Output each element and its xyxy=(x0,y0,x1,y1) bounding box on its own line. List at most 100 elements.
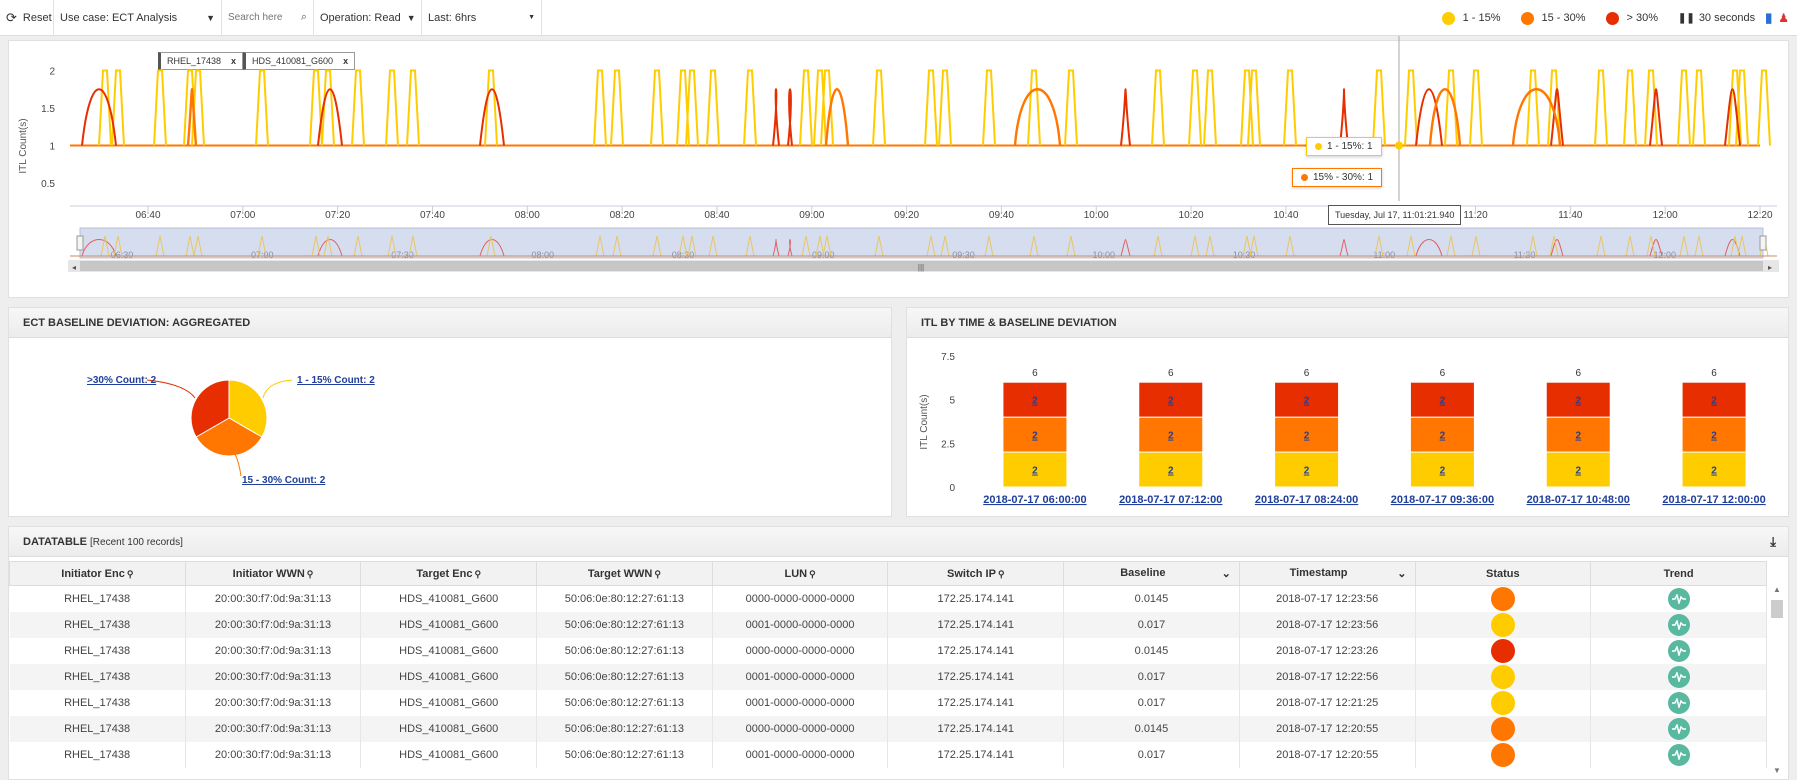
trend-icon[interactable] xyxy=(1667,587,1690,610)
x-category-label[interactable]: 2018-07-17 10:48:00 xyxy=(1527,494,1630,506)
bar-total-label: 6 xyxy=(1032,368,1038,379)
sort-chevron-icon[interactable]: ⌄ xyxy=(1397,567,1406,580)
column-header[interactable]: Initiator WWN ⚲ xyxy=(184,561,362,586)
table-cell: 172.25.174.141 xyxy=(887,585,1065,612)
table-cell: 0.0145 xyxy=(1063,585,1240,612)
trend-icon[interactable] xyxy=(1667,743,1690,766)
table-scrollbar[interactable]: ▲ ▼ xyxy=(1770,585,1784,775)
time-range-dropdown[interactable]: Last: 6hrs ▼ xyxy=(422,0,542,36)
trend-icon[interactable] xyxy=(1667,691,1690,714)
tooltip-label: 1 - 15%: 1 xyxy=(1327,141,1373,152)
column-header[interactable]: Target Enc ⚲ xyxy=(360,561,538,586)
column-header[interactable]: Switch IP ⚲ xyxy=(887,561,1065,586)
table-row[interactable]: RHEL_17438 20:00:30:f7:0d:9a:31:13 HDS_410… xyxy=(9,637,1767,664)
x-tick-label: 10:20 xyxy=(1179,210,1204,221)
pie-chart[interactable]: >30% Count: 2 1 - 15% Count: 2 15 - 30% Co… xyxy=(9,338,893,516)
y-tick-label: 0 xyxy=(949,483,955,494)
pie-data-label[interactable]: >30% Count: 2 xyxy=(87,375,157,386)
column-header-label: Target Enc xyxy=(416,567,473,580)
download-icon[interactable]: ⤓ xyxy=(1770,527,1776,557)
column-header[interactable]: Trend xyxy=(1590,561,1767,586)
yellow-spike xyxy=(1027,69,1041,146)
column-header[interactable]: Target WWN ⚲ xyxy=(536,561,713,586)
trend-icon[interactable] xyxy=(1667,717,1690,740)
sort-chevron-icon[interactable]: ⌄ xyxy=(1222,567,1231,580)
x-tick-label: 11:40 xyxy=(1558,210,1583,221)
search-icon[interactable]: ⚲ xyxy=(654,569,661,579)
yellow-spike xyxy=(1469,69,1483,146)
table-header-row: Initiator Enc ⚲ Initiator WWN ⚲ Target Enc ⚲ T… xyxy=(9,561,1767,586)
status-cell xyxy=(1415,741,1592,768)
column-header[interactable]: LUN ⚲ xyxy=(711,561,889,586)
x-category-label[interactable]: 2018-07-17 09:36:00 xyxy=(1391,494,1494,506)
search-icon[interactable]: ⚲ xyxy=(809,569,816,579)
bar-data-label: 2 xyxy=(1168,431,1174,442)
pie-panel-title: ECT BASELINE DEVIATION: AGGREGATED xyxy=(9,308,891,338)
caret-down-icon: ▼ xyxy=(206,12,215,23)
table-cell: 20:00:30:f7:0d:9a:31:13 xyxy=(185,663,362,690)
x-category-label[interactable]: 2018-07-17 12:00:00 xyxy=(1662,494,1765,506)
x-tick-label: 07:40 xyxy=(420,210,445,221)
x-category-label[interactable]: 2018-07-17 08:24:00 xyxy=(1255,494,1358,506)
column-header[interactable]: Baseline ⌄ xyxy=(1063,561,1240,586)
table-row[interactable]: RHEL_17438 20:00:30:f7:0d:9a:31:13 HDS_410… xyxy=(9,715,1767,742)
trend-icon[interactable] xyxy=(1667,639,1690,662)
refresh-interval[interactable]: ❚❚ 30 seconds xyxy=(1678,12,1755,24)
search-icon[interactable]: ⚲ xyxy=(474,569,481,579)
scroll-down-icon[interactable]: ▼ xyxy=(1770,766,1784,775)
search-icon[interactable]: ⚲ xyxy=(998,569,1005,579)
bar-chart-icon[interactable]: ▮ xyxy=(1765,10,1772,26)
column-header-label: LUN xyxy=(784,567,808,580)
search-input[interactable] xyxy=(228,12,298,23)
trend-icon[interactable] xyxy=(1667,665,1690,688)
status-indicator xyxy=(1490,664,1515,689)
navigator-handle-right[interactable] xyxy=(1759,235,1767,251)
user-icon[interactable]: ♟ xyxy=(1778,11,1789,25)
trend-icon[interactable] xyxy=(1667,613,1690,636)
scroll-up-icon[interactable]: ▲ xyxy=(1770,585,1784,594)
table-row[interactable]: RHEL_17438 20:00:30:f7:0d:9a:31:13 HDS_410… xyxy=(9,663,1767,690)
table-row[interactable]: RHEL_17438 20:00:30:f7:0d:9a:31:13 HDS_410… xyxy=(9,611,1767,638)
search-icon[interactable]: ⚲ xyxy=(307,569,314,579)
table-cell: 0001-0000-0000-0000 xyxy=(712,689,889,716)
datatable-title: DATATABLE [Recent 100 records] ⤓ xyxy=(9,527,1788,557)
x-category-label[interactable]: 2018-07-17 06:00:00 xyxy=(983,494,1086,506)
bar-panel: ITL BY TIME & BASELINE DEVIATION ITL Cou… xyxy=(906,307,1789,517)
table-cell: 20:00:30:f7:0d:9a:31:13 xyxy=(185,611,362,638)
tooltip-label: 15% - 30%: 1 xyxy=(1313,172,1374,183)
bar-data-label: 2 xyxy=(1575,396,1581,407)
bar-data-label: 2 xyxy=(1032,466,1038,477)
timeline-chart[interactable]: ITL Count(s) 2 1.5 1 0.5 06:40 07:00 07:20 07:40… xyxy=(0,36,1797,286)
yellow-spike xyxy=(484,69,498,146)
pie-data-label[interactable]: 1 - 15% Count: 2 xyxy=(297,375,375,386)
column-header[interactable]: Timestamp ⌄ xyxy=(1238,561,1416,586)
x-tick-label: 07:20 xyxy=(325,210,350,221)
table-cell: 2018-07-17 12:20:55 xyxy=(1239,741,1416,768)
usecase-dropdown[interactable]: Use case: ECT Analysis ▼ xyxy=(54,0,222,36)
search-icon[interactable]: ⌕ xyxy=(301,11,307,24)
navigator-tick: 07:00 xyxy=(251,250,274,260)
bar-total-label: 6 xyxy=(1711,368,1717,379)
x-category-label[interactable]: 2018-07-17 07:12:00 xyxy=(1119,494,1222,506)
reset-button[interactable]: ⟳ Reset xyxy=(0,0,54,36)
table-row[interactable]: RHEL_17438 20:00:30:f7:0d:9a:31:13 HDS_410… xyxy=(9,585,1767,612)
operation-dropdown[interactable]: Operation: Read ▼ xyxy=(314,0,422,36)
table-cell: 2018-07-17 12:23:26 xyxy=(1239,637,1416,664)
table-cell: 172.25.174.141 xyxy=(887,611,1065,638)
scroll-right-icon[interactable]: ▸ xyxy=(1768,263,1772,272)
chart-tooltip-yellow: 1 - 15%: 1 xyxy=(1306,137,1382,156)
caret-down-icon: ▼ xyxy=(406,12,416,23)
table-row[interactable]: RHEL_17438 20:00:30:f7:0d:9a:31:13 HDS_410… xyxy=(9,689,1767,716)
navigator-range[interactable] xyxy=(79,227,1764,259)
table-row[interactable]: RHEL_17438 20:00:30:f7:0d:9a:31:13 HDS_410… xyxy=(9,741,1767,768)
scroll-thumb[interactable] xyxy=(1771,600,1783,618)
column-header[interactable]: Initiator Enc ⚲ xyxy=(9,561,186,586)
pie-data-label[interactable]: 15 - 30% Count: 2 xyxy=(242,475,326,486)
bar-chart[interactable]: ITL Count(s) 7.5 5 2.5 0 2 2 2 6 2018-07-17 06:00… xyxy=(907,338,1790,516)
red-hump xyxy=(787,88,793,146)
legend-label: 15 - 30% xyxy=(1541,12,1586,24)
scroll-left-icon[interactable]: ◂ xyxy=(72,263,76,272)
navigator-handle-left[interactable] xyxy=(76,235,84,251)
search-icon[interactable]: ⚲ xyxy=(127,569,134,579)
column-header[interactable]: Status xyxy=(1414,561,1592,586)
